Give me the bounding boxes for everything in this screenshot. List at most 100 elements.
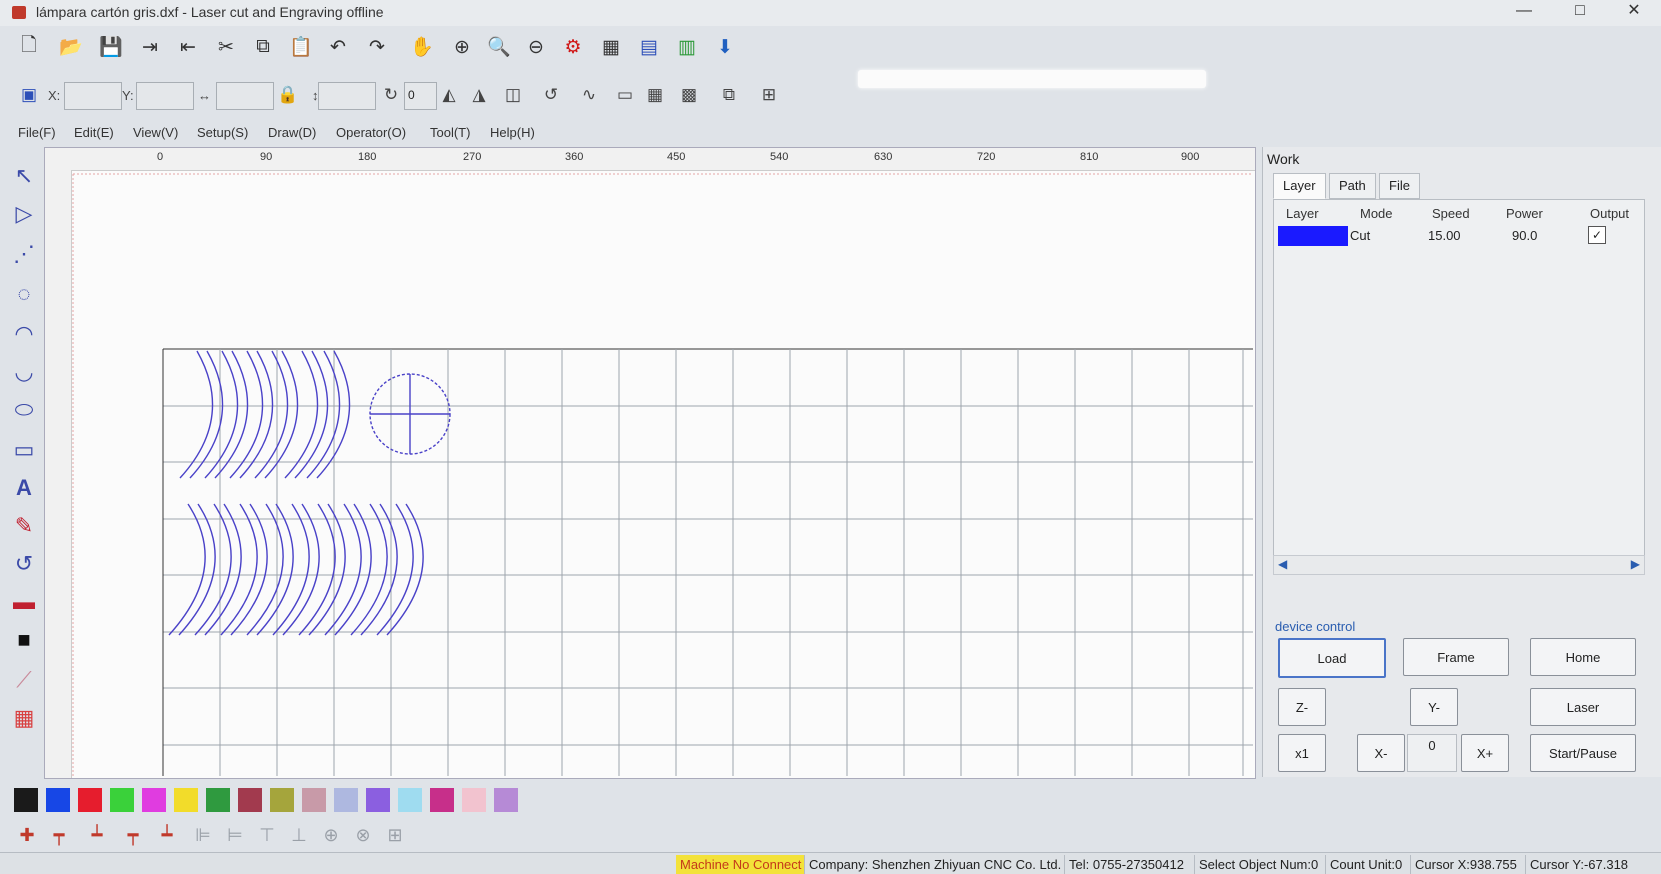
x-input[interactable] xyxy=(64,82,122,110)
select-arrow-icon[interactable]: ↖ xyxy=(8,160,40,192)
color-swatch[interactable] xyxy=(270,788,294,812)
load-button[interactable]: Load xyxy=(1278,638,1386,678)
align-h-center-icon[interactable]: ⊕ xyxy=(318,822,344,848)
mirror-vertical-icon[interactable]: ◮ xyxy=(466,82,492,108)
smooth-curve-icon[interactable]: ∿ xyxy=(576,82,602,108)
drawing-canvas[interactable]: 0 90 180 270 360 450 540 630 720 810 900 xyxy=(44,147,1256,779)
lock-icon[interactable]: 🔒 xyxy=(275,82,301,108)
array-icon[interactable]: ▤ xyxy=(634,32,664,62)
start-pause-button[interactable]: Start/Pause xyxy=(1530,734,1636,772)
zoom-out-icon[interactable]: ⊖ xyxy=(521,32,551,62)
pen-tool-icon[interactable]: ✎ xyxy=(8,510,40,542)
export-icon[interactable]: ⇤ xyxy=(173,32,203,62)
frame-button[interactable]: Frame xyxy=(1403,638,1509,676)
minimize-button[interactable]: — xyxy=(1504,0,1544,24)
align-right-icon[interactable]: ⊨ xyxy=(222,822,248,848)
distribute-icon[interactable]: ⊞ xyxy=(382,822,408,848)
align-left-icon[interactable]: ⊫ xyxy=(190,822,216,848)
text-tool-icon[interactable]: A xyxy=(8,472,40,504)
rotate-angle-input[interactable]: 0 xyxy=(404,82,437,110)
combine-icon[interactable]: ⧉ xyxy=(716,82,742,108)
align-v-center-icon[interactable]: ⊗ xyxy=(350,822,376,848)
menu-setup[interactable]: Setup(S) xyxy=(197,125,248,140)
settings-gear-icon[interactable]: ⚙ xyxy=(558,32,588,62)
ellipse-tool-icon[interactable]: ⬭ xyxy=(8,394,40,426)
redo-icon[interactable]: ↷ xyxy=(362,32,392,62)
menu-view[interactable]: View(V) xyxy=(133,125,178,140)
align-bottom-icon[interactable]: ⊥ xyxy=(286,822,312,848)
table-row[interactable]: Cut 15.00 90.0 ✓ xyxy=(1278,226,1640,248)
laser-button[interactable]: Laser xyxy=(1530,688,1636,726)
grid-toggle-icon[interactable]: ▦ xyxy=(596,32,626,62)
color-swatch[interactable] xyxy=(430,788,454,812)
scroll-right-icon[interactable]: ▶ xyxy=(1631,557,1640,571)
copy-icon[interactable]: ⧉ xyxy=(248,32,278,62)
menu-operator[interactable]: Operator(O) xyxy=(336,125,406,140)
color-swatch[interactable] xyxy=(302,788,326,812)
tab-file[interactable]: File xyxy=(1379,173,1420,199)
import-icon[interactable]: ⇥ xyxy=(135,32,165,62)
color-swatch[interactable] xyxy=(142,788,166,812)
tab-layer[interactable]: Layer xyxy=(1273,173,1326,199)
frame-box-icon[interactable]: ▭ xyxy=(612,82,638,108)
home-button[interactable]: Home xyxy=(1530,638,1636,676)
line-tool-icon[interactable]: ⋰ xyxy=(8,238,40,270)
open-folder-icon[interactable]: 📂 xyxy=(56,32,86,62)
color-swatch[interactable] xyxy=(366,788,390,812)
measure-tool-icon[interactable]: ⟋ xyxy=(8,664,40,696)
y-input[interactable] xyxy=(136,82,194,110)
width-input[interactable] xyxy=(216,82,274,110)
menu-draw[interactable]: Draw(D) xyxy=(268,125,316,140)
break-apart-icon[interactable]: ⊞ xyxy=(756,82,782,108)
layer-table-scrollbar[interactable]: ◀ ▶ xyxy=(1273,555,1645,575)
array-grid-tool-icon[interactable]: ▦ xyxy=(8,702,40,734)
group-icon[interactable]: ▦ xyxy=(642,82,668,108)
rotate-icon[interactable]: ↻ xyxy=(378,82,404,108)
ungroup-icon[interactable]: ▩ xyxy=(676,82,702,108)
step-distance-input[interactable]: 0 xyxy=(1407,734,1457,772)
menu-help[interactable]: Help(H) xyxy=(490,125,535,140)
tab-path[interactable]: Path xyxy=(1329,173,1376,199)
undo-icon[interactable]: ↶ xyxy=(323,32,353,62)
split-icon[interactable]: ◫ xyxy=(500,82,526,108)
save-icon[interactable]: 💾 xyxy=(96,32,126,62)
y-minus-button[interactable]: Y- xyxy=(1410,688,1458,726)
node-edit-icon[interactable]: ▷ xyxy=(8,198,40,230)
align-right-bottom-icon[interactable]: ┷ xyxy=(154,822,180,848)
color-swatch[interactable] xyxy=(206,788,230,812)
download-to-device-icon[interactable]: ⬇ xyxy=(710,32,740,62)
zoom-window-icon[interactable]: ⊕ xyxy=(447,32,477,62)
color-swatch[interactable] xyxy=(174,788,198,812)
close-button[interactable]: ✕ xyxy=(1614,0,1654,24)
align-right-top-icon[interactable]: ┯ xyxy=(120,822,146,848)
z-minus-button[interactable]: Z- xyxy=(1278,688,1326,726)
maximize-button[interactable]: □ xyxy=(1560,0,1600,24)
rotate-90-icon[interactable]: ↺ xyxy=(538,82,564,108)
rectangle-tool-icon[interactable]: ▭ xyxy=(8,434,40,466)
menu-tool[interactable]: Tool(T) xyxy=(430,125,470,140)
menu-edit[interactable]: Edit(E) xyxy=(74,125,114,140)
x-minus-button[interactable]: X- xyxy=(1357,734,1405,772)
arc-3pt-tool-icon[interactable]: ◡ xyxy=(8,356,40,388)
fill-tool-icon[interactable]: ■ xyxy=(8,624,40,656)
color-swatch[interactable] xyxy=(110,788,134,812)
color-swatch[interactable] xyxy=(462,788,486,812)
color-swatch[interactable] xyxy=(78,788,102,812)
output-checkbox[interactable]: ✓ xyxy=(1588,226,1606,244)
height-input[interactable] xyxy=(318,82,376,110)
align-left-bottom-icon[interactable]: ┷ xyxy=(84,822,110,848)
simulate-icon[interactable]: ▥ xyxy=(672,32,702,62)
step-x1-button[interactable]: x1 xyxy=(1278,734,1326,772)
align-left-top-icon[interactable]: ┯ xyxy=(46,822,72,848)
align-center-icon[interactable]: ✚ xyxy=(14,822,40,848)
color-swatch[interactable] xyxy=(494,788,518,812)
scroll-left-icon[interactable]: ◀ xyxy=(1278,557,1287,571)
color-swatch[interactable] xyxy=(46,788,70,812)
circle-tool-icon[interactable]: ◌ xyxy=(8,278,40,310)
color-swatch[interactable] xyxy=(238,788,262,812)
layer-select-icon[interactable]: ▣ xyxy=(16,82,42,108)
menu-file[interactable]: File(F) xyxy=(18,125,56,140)
color-swatch[interactable] xyxy=(334,788,358,812)
zoom-fit-icon[interactable]: 🔍 xyxy=(484,32,514,62)
cut-icon[interactable]: ✂ xyxy=(211,32,241,62)
